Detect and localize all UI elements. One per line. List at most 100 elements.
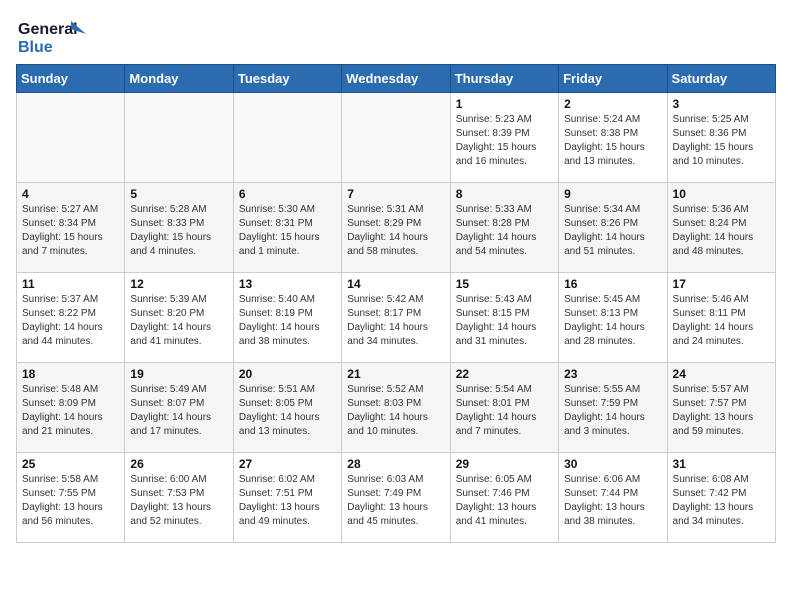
day-number: 28 <box>347 457 444 471</box>
calendar-cell: 16 Sunrise: 5:45 AM Sunset: 8:13 PM Dayli… <box>559 273 667 363</box>
day-info: Sunrise: 5:45 AM Sunset: 8:13 PM Dayligh… <box>564 293 661 349</box>
day-info: Sunrise: 5:58 AM Sunset: 7:55 PM Dayligh… <box>22 473 119 529</box>
calendar-cell: 31 Sunrise: 6:08 AM Sunset: 7:42 PM Dayli… <box>667 453 775 543</box>
day-info: Sunrise: 5:34 AM Sunset: 8:26 PM Dayligh… <box>564 203 661 259</box>
svg-text:General: General <box>18 21 78 38</box>
weekday-header-monday: Monday <box>125 65 233 93</box>
weekday-header-friday: Friday <box>559 65 667 93</box>
week-row-2: 4 Sunrise: 5:27 AM Sunset: 8:34 PM Daylig… <box>17 183 776 273</box>
day-number: 27 <box>239 457 336 471</box>
day-info: Sunrise: 5:49 AM Sunset: 8:07 PM Dayligh… <box>130 383 227 439</box>
day-info: Sunrise: 6:05 AM Sunset: 7:46 PM Dayligh… <box>456 473 553 529</box>
day-number: 9 <box>564 187 661 201</box>
day-number: 25 <box>22 457 119 471</box>
day-info: Sunrise: 5:42 AM Sunset: 8:17 PM Dayligh… <box>347 293 444 349</box>
day-info: Sunrise: 6:03 AM Sunset: 7:49 PM Dayligh… <box>347 473 444 529</box>
day-info: Sunrise: 5:27 AM Sunset: 8:34 PM Dayligh… <box>22 203 119 259</box>
day-number: 2 <box>564 97 661 111</box>
logo-icon: GeneralBlue <box>16 16 96 56</box>
day-number: 19 <box>130 367 227 381</box>
calendar-cell: 2 Sunrise: 5:24 AM Sunset: 8:38 PM Daylig… <box>559 93 667 183</box>
calendar-cell: 17 Sunrise: 5:46 AM Sunset: 8:11 PM Dayli… <box>667 273 775 363</box>
day-number: 29 <box>456 457 553 471</box>
day-number: 30 <box>564 457 661 471</box>
calendar-table: SundayMondayTuesdayWednesdayThursdayFrid… <box>16 64 776 543</box>
calendar-cell: 3 Sunrise: 5:25 AM Sunset: 8:36 PM Daylig… <box>667 93 775 183</box>
calendar-cell: 1 Sunrise: 5:23 AM Sunset: 8:39 PM Daylig… <box>450 93 558 183</box>
calendar-cell: 7Sunrise: 5:31 AM Sunset: 8:29 PM Daylig… <box>342 183 450 273</box>
week-row-5: 25 Sunrise: 5:58 AM Sunset: 7:55 PM Dayli… <box>17 453 776 543</box>
calendar-cell: 25 Sunrise: 5:58 AM Sunset: 7:55 PM Dayli… <box>17 453 125 543</box>
day-number: 4 <box>22 187 119 201</box>
calendar-cell: 4 Sunrise: 5:27 AM Sunset: 8:34 PM Daylig… <box>17 183 125 273</box>
day-info: Sunrise: 5:23 AM Sunset: 8:39 PM Dayligh… <box>456 113 553 169</box>
day-info: Sunrise: 5:51 AM Sunset: 8:05 PM Dayligh… <box>239 383 336 439</box>
page-header: GeneralBlue <box>16 16 776 56</box>
day-number: 23 <box>564 367 661 381</box>
week-row-4: 18Sunrise: 5:48 AM Sunset: 8:09 PM Dayli… <box>17 363 776 453</box>
day-info: Sunrise: 5:52 AM Sunset: 8:03 PM Dayligh… <box>347 383 444 439</box>
calendar-cell: 27 Sunrise: 6:02 AM Sunset: 7:51 PM Dayli… <box>233 453 341 543</box>
calendar-cell: 9 Sunrise: 5:34 AM Sunset: 8:26 PM Daylig… <box>559 183 667 273</box>
day-number: 15 <box>456 277 553 291</box>
day-number: 5 <box>130 187 227 201</box>
day-info: Sunrise: 5:40 AM Sunset: 8:19 PM Dayligh… <box>239 293 336 349</box>
calendar-cell: 19 Sunrise: 5:49 AM Sunset: 8:07 PM Dayli… <box>125 363 233 453</box>
calendar-cell: 15 Sunrise: 5:43 AM Sunset: 8:15 PM Dayli… <box>450 273 558 363</box>
calendar-cell: 8Sunrise: 5:33 AM Sunset: 8:28 PM Daylig… <box>450 183 558 273</box>
day-info: Sunrise: 5:39 AM Sunset: 8:20 PM Dayligh… <box>130 293 227 349</box>
day-info: Sunrise: 5:25 AM Sunset: 8:36 PM Dayligh… <box>673 113 770 169</box>
day-info: Sunrise: 5:43 AM Sunset: 8:15 PM Dayligh… <box>456 293 553 349</box>
weekday-header-wednesday: Wednesday <box>342 65 450 93</box>
calendar-cell: 20 Sunrise: 5:51 AM Sunset: 8:05 PM Dayli… <box>233 363 341 453</box>
day-info: Sunrise: 5:24 AM Sunset: 8:38 PM Dayligh… <box>564 113 661 169</box>
calendar-cell: 18Sunrise: 5:48 AM Sunset: 8:09 PM Dayli… <box>17 363 125 453</box>
logo: GeneralBlue <box>16 16 96 56</box>
calendar-cell: 6 Sunrise: 5:30 AM Sunset: 8:31 PM Daylig… <box>233 183 341 273</box>
day-info: Sunrise: 5:33 AM Sunset: 8:28 PM Dayligh… <box>456 203 553 259</box>
weekday-header-row: SundayMondayTuesdayWednesdayThursdayFrid… <box>17 65 776 93</box>
svg-text:Blue: Blue <box>18 39 53 56</box>
day-number: 14 <box>347 277 444 291</box>
calendar-cell: 23 Sunrise: 5:55 AM Sunset: 7:59 PM Dayli… <box>559 363 667 453</box>
weekday-header-thursday: Thursday <box>450 65 558 93</box>
calendar-cell: 5 Sunrise: 5:28 AM Sunset: 8:33 PM Daylig… <box>125 183 233 273</box>
calendar-cell: 22 Sunrise: 5:54 AM Sunset: 8:01 PM Dayli… <box>450 363 558 453</box>
calendar-cell: 10 Sunrise: 5:36 AM Sunset: 8:24 PM Dayli… <box>667 183 775 273</box>
day-info: Sunrise: 5:48 AM Sunset: 8:09 PM Dayligh… <box>22 383 119 439</box>
day-info: Sunrise: 5:30 AM Sunset: 8:31 PM Dayligh… <box>239 203 336 259</box>
day-info: Sunrise: 5:46 AM Sunset: 8:11 PM Dayligh… <box>673 293 770 349</box>
day-number: 26 <box>130 457 227 471</box>
week-row-3: 11 Sunrise: 5:37 AM Sunset: 8:22 PM Dayli… <box>17 273 776 363</box>
day-number: 17 <box>673 277 770 291</box>
calendar-cell: 21 Sunrise: 5:52 AM Sunset: 8:03 PM Dayli… <box>342 363 450 453</box>
day-info: Sunrise: 5:55 AM Sunset: 7:59 PM Dayligh… <box>564 383 661 439</box>
calendar-cell: 24Sunrise: 5:57 AM Sunset: 7:57 PM Dayli… <box>667 363 775 453</box>
day-number: 6 <box>239 187 336 201</box>
day-number: 22 <box>456 367 553 381</box>
calendar-cell <box>17 93 125 183</box>
day-info: Sunrise: 6:06 AM Sunset: 7:44 PM Dayligh… <box>564 473 661 529</box>
day-number: 3 <box>673 97 770 111</box>
day-info: Sunrise: 5:31 AM Sunset: 8:29 PM Dayligh… <box>347 203 444 259</box>
day-info: Sunrise: 5:28 AM Sunset: 8:33 PM Dayligh… <box>130 203 227 259</box>
day-number: 20 <box>239 367 336 381</box>
day-info: Sunrise: 5:37 AM Sunset: 8:22 PM Dayligh… <box>22 293 119 349</box>
day-number: 12 <box>130 277 227 291</box>
day-number: 21 <box>347 367 444 381</box>
calendar-cell: 13 Sunrise: 5:40 AM Sunset: 8:19 PM Dayli… <box>233 273 341 363</box>
day-info: Sunrise: 5:54 AM Sunset: 8:01 PM Dayligh… <box>456 383 553 439</box>
day-number: 31 <box>673 457 770 471</box>
day-info: Sunrise: 5:36 AM Sunset: 8:24 PM Dayligh… <box>673 203 770 259</box>
day-info: Sunrise: 6:02 AM Sunset: 7:51 PM Dayligh… <box>239 473 336 529</box>
day-number: 1 <box>456 97 553 111</box>
day-info: Sunrise: 6:08 AM Sunset: 7:42 PM Dayligh… <box>673 473 770 529</box>
calendar-cell <box>125 93 233 183</box>
calendar-cell: 28 Sunrise: 6:03 AM Sunset: 7:49 PM Dayli… <box>342 453 450 543</box>
day-number: 11 <box>22 277 119 291</box>
day-number: 13 <box>239 277 336 291</box>
day-number: 24 <box>673 367 770 381</box>
calendar-cell <box>342 93 450 183</box>
day-number: 10 <box>673 187 770 201</box>
day-number: 16 <box>564 277 661 291</box>
